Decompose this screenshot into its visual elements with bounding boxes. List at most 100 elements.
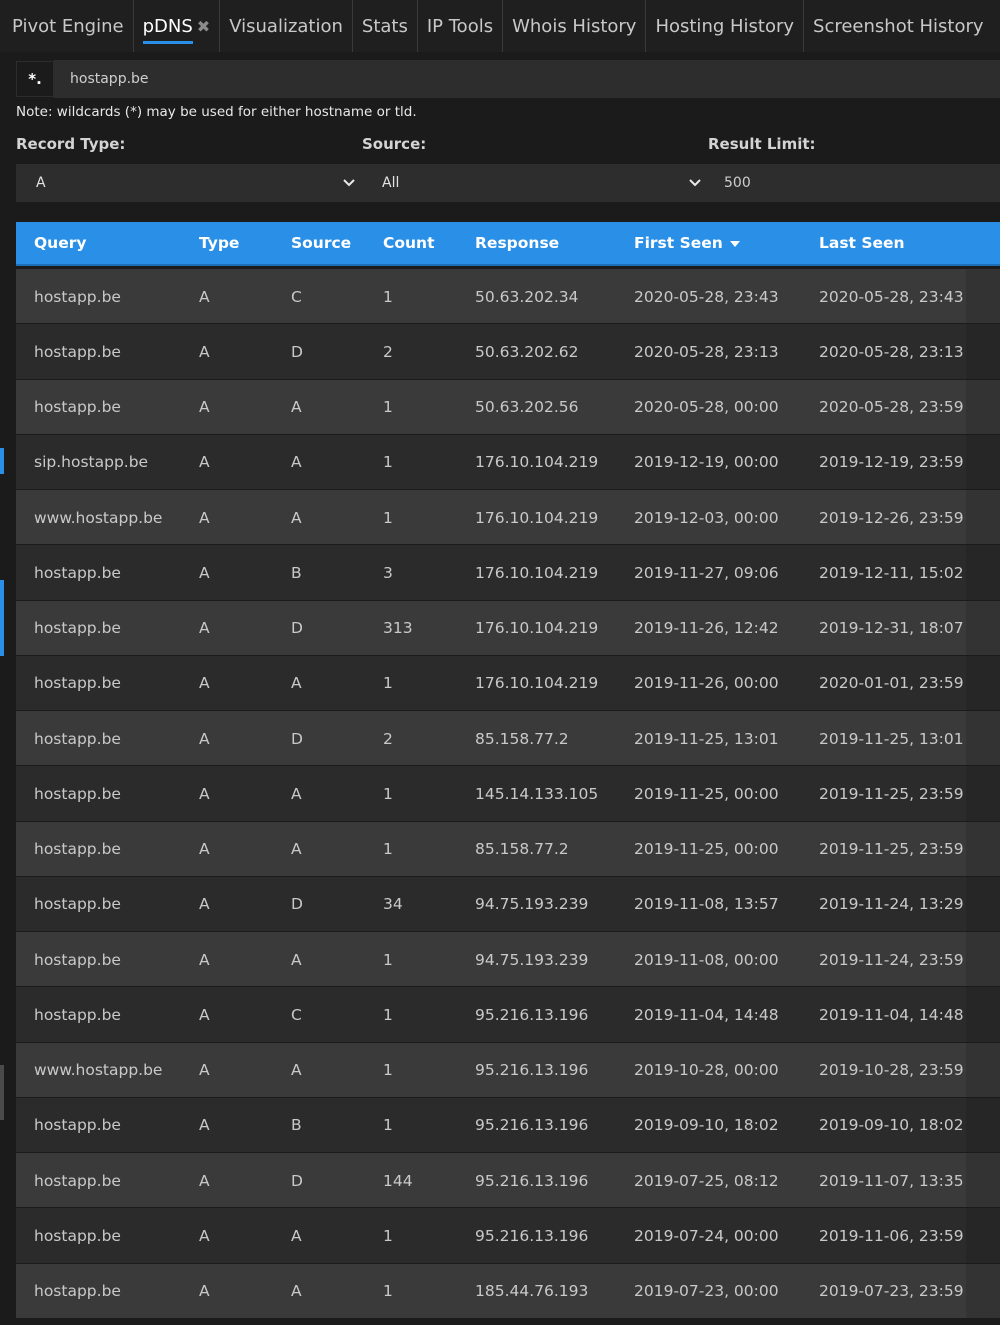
table-row[interactable]: www.hostapp.be A A 1 95.216.13.196 2019-10-28… <box>16 1042 1000 1098</box>
row-gutter <box>966 766 1000 822</box>
record-type-select[interactable]: A <box>16 164 362 202</box>
cell-first-seen: 2019-07-24, 00:00 <box>634 1226 779 1245</box>
cell-source: A <box>291 840 302 859</box>
cell-last-seen: 2019-11-25, 23:59 <box>819 840 964 859</box>
cell-source: A <box>291 508 302 527</box>
column-header-query[interactable]: Query <box>34 222 86 264</box>
column-header-count[interactable]: Count <box>383 222 435 264</box>
cell-source: D <box>291 1171 303 1190</box>
cell-type: A <box>199 1282 210 1301</box>
table-row[interactable]: hostapp.be A A 1 145.14.133.105 2019-11-25, 0… <box>16 766 1000 822</box>
close-icon[interactable]: ✖ <box>197 17 210 36</box>
tab-label: Visualization <box>229 15 343 37</box>
cell-type: A <box>199 342 210 361</box>
cell-query: hostapp.be <box>34 1171 121 1190</box>
table-row[interactable]: hostapp.be A A 1 50.63.202.56 2020-05-28, 00:… <box>16 379 1000 435</box>
row-gutter <box>966 545 1000 601</box>
cell-last-seen: 2019-11-04, 14:48 <box>819 1005 964 1024</box>
cell-last-seen: 2020-01-01, 23:59 <box>819 674 964 693</box>
tab-screenshot-history[interactable]: Screenshot History <box>804 0 993 52</box>
column-header-response[interactable]: Response <box>475 222 559 264</box>
table-row[interactable]: hostapp.be A D 34 94.75.193.239 2019-11-08, 1… <box>16 876 1000 932</box>
row-gutter <box>966 1153 1000 1209</box>
cell-count: 2 <box>383 342 393 361</box>
source-select[interactable]: All <box>362 164 708 202</box>
cell-source: A <box>291 453 302 472</box>
table-row[interactable]: hostapp.be A A 1 95.216.13.196 2019-07-24, 00… <box>16 1208 1000 1264</box>
column-header-first-seen[interactable]: First Seen <box>634 222 740 264</box>
tab-whois-history[interactable]: Whois History <box>503 0 647 52</box>
edge-marker <box>0 580 4 656</box>
cell-first-seen: 2019-11-25, 13:01 <box>634 729 779 748</box>
cell-response: 95.216.13.196 <box>475 1171 589 1190</box>
cell-source: B <box>291 1116 302 1135</box>
cell-query: hostapp.be <box>34 729 121 748</box>
table-row[interactable]: hostapp.be A C 1 50.63.202.34 2020-05-28, 23:… <box>16 269 1000 325</box>
table-row[interactable]: hostapp.be A A 1 94.75.193.239 2019-11-08, 00… <box>16 932 1000 988</box>
cell-first-seen: 2020-05-28, 23:13 <box>634 342 779 361</box>
chevron-down-icon <box>689 179 701 187</box>
cell-type: A <box>199 508 210 527</box>
tab-label: Whois History <box>512 15 637 37</box>
wildcard-toggle-button[interactable]: *. <box>16 61 54 97</box>
cell-type: A <box>199 287 210 306</box>
cell-first-seen: 2019-11-08, 00:00 <box>634 950 779 969</box>
table-row[interactable]: hostapp.be A B 3 176.10.104.219 2019-11-27, 0… <box>16 545 1000 601</box>
cell-type: A <box>199 619 210 638</box>
tab-stats[interactable]: Stats <box>353 0 418 52</box>
cell-response: 50.63.202.62 <box>475 342 579 361</box>
cell-first-seen: 2019-07-23, 00:00 <box>634 1282 779 1301</box>
tab-ip-tools[interactable]: IP Tools <box>418 0 504 52</box>
cell-first-seen: 2019-11-08, 13:57 <box>634 895 779 914</box>
row-gutter <box>966 1208 1000 1264</box>
table-row[interactable]: hostapp.be A D 313 176.10.104.219 2019-11-26,… <box>16 600 1000 656</box>
table-row[interactable]: www.hostapp.be A A 1 176.10.104.219 2019-12-0… <box>16 490 1000 546</box>
tab-bar: Pivot Engine pDNS ✖ Visualization Stats I… <box>0 0 1000 52</box>
table-row[interactable]: sip.hostapp.be A A 1 176.10.104.219 2019-12-1… <box>16 434 1000 490</box>
column-header-last-seen[interactable]: Last Seen <box>819 222 905 264</box>
result-limit-input[interactable]: 500 <box>708 164 1000 202</box>
cell-query: hostapp.be <box>34 674 121 693</box>
cell-query: www.hostapp.be <box>34 508 163 527</box>
result-limit-label: Result Limit: <box>708 135 816 153</box>
cell-response: 95.216.13.196 <box>475 1061 589 1080</box>
search-input[interactable] <box>54 60 1000 98</box>
tab-visualization[interactable]: Visualization <box>220 0 353 52</box>
tab-pdns[interactable]: pDNS ✖ <box>134 0 221 52</box>
source-value: All <box>382 175 400 191</box>
column-header-source[interactable]: Source <box>291 222 351 264</box>
table-row[interactable]: hostapp.be A A 1 176.10.104.219 2019-11-26, 0… <box>16 655 1000 711</box>
cell-last-seen: 2019-11-25, 13:01 <box>819 729 964 748</box>
cell-query: hostapp.be <box>34 398 121 417</box>
table-row[interactable]: hostapp.be A A 1 185.44.76.193 2019-07-23, 00… <box>16 1263 1000 1319</box>
tab-pivot-engine[interactable]: Pivot Engine <box>0 0 134 52</box>
cell-response: 50.63.202.56 <box>475 398 579 417</box>
cell-last-seen: 2019-07-23, 23:59 <box>819 1282 964 1301</box>
cell-count: 1 <box>383 674 393 693</box>
cell-response: 95.216.13.196 <box>475 1005 589 1024</box>
cell-query: hostapp.be <box>34 1282 121 1301</box>
cell-type: A <box>199 453 210 472</box>
table-row[interactable]: hostapp.be A D 144 95.216.13.196 2019-07-25, … <box>16 1153 1000 1209</box>
tab-hosting-history[interactable]: Hosting History <box>646 0 805 52</box>
cell-source: C <box>291 287 302 306</box>
table-row[interactable]: hostapp.be A D 2 50.63.202.62 2020-05-28, 23:… <box>16 324 1000 380</box>
column-header-type[interactable]: Type <box>199 222 239 264</box>
cell-count: 1 <box>383 398 393 417</box>
tab-label: pDNS <box>142 15 193 44</box>
cell-source: C <box>291 1005 302 1024</box>
table-row[interactable]: hostapp.be A B 1 95.216.13.196 2019-09-10, 18… <box>16 1097 1000 1153</box>
table-row[interactable]: hostapp.be A D 2 85.158.77.2 2019-11-25, 13:0… <box>16 711 1000 767</box>
cell-response: 176.10.104.219 <box>475 508 599 527</box>
cell-type: A <box>199 1061 210 1080</box>
cell-first-seen: 2019-11-25, 00:00 <box>634 784 779 803</box>
table-row[interactable]: hostapp.be A A 1 85.158.77.2 2019-11-25, 00:0… <box>16 821 1000 877</box>
column-header-label: Query <box>34 234 87 252</box>
cell-query: hostapp.be <box>34 950 121 969</box>
cell-count: 1 <box>383 840 393 859</box>
cell-query: hostapp.be <box>34 1005 121 1024</box>
table-row[interactable]: hostapp.be A C 1 95.216.13.196 2019-11-04, 14… <box>16 987 1000 1043</box>
cell-count: 1 <box>383 287 393 306</box>
cell-last-seen: 2019-11-07, 13:35 <box>819 1171 964 1190</box>
cell-last-seen: 2020-05-28, 23:43 <box>819 287 964 306</box>
